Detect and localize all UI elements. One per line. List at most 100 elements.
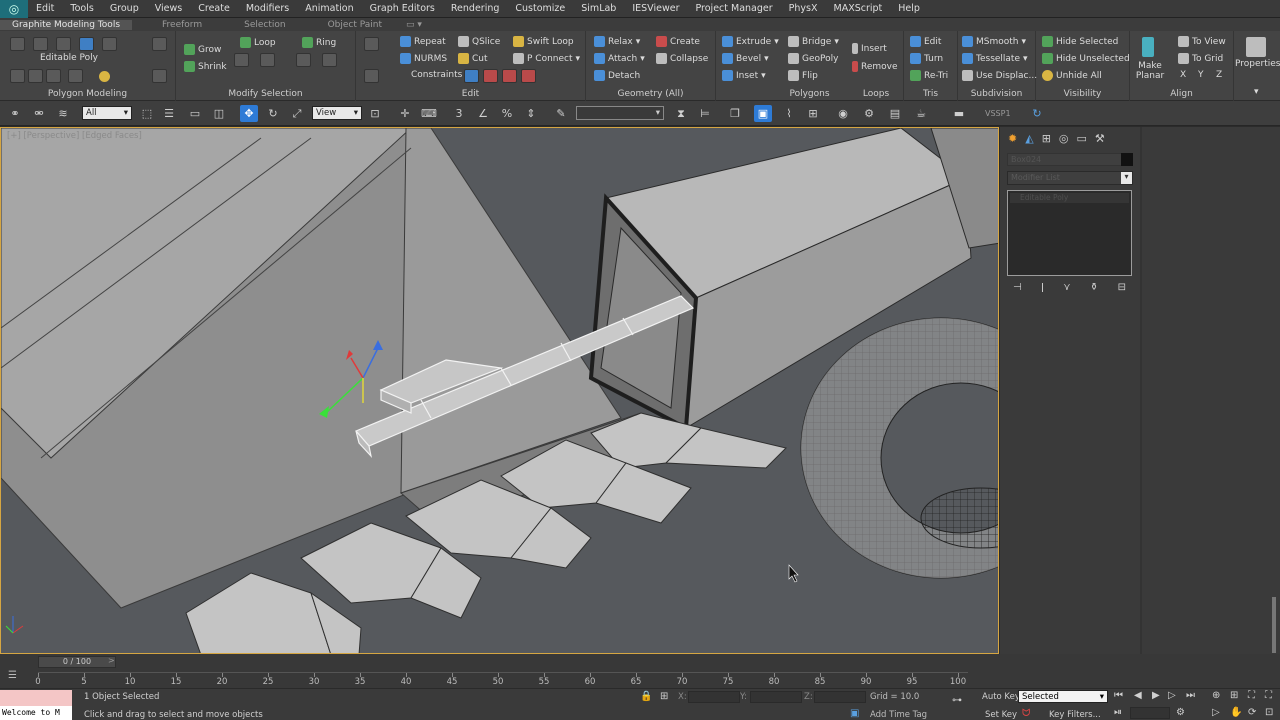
object-color-swatch[interactable] — [1121, 153, 1133, 166]
visibility-title[interactable]: Visibility — [1036, 89, 1129, 99]
border-mode-button[interactable] — [56, 37, 71, 51]
refresh-icon[interactable]: ↻ — [1028, 105, 1046, 122]
tab-object-paint[interactable]: Object Paint — [298, 20, 394, 30]
select-and-rotate-icon[interactable]: ↻ — [264, 105, 282, 122]
create-tab-icon[interactable]: ✹ — [1008, 132, 1017, 145]
go-to-end-icon[interactable]: ⏭ — [1186, 690, 1195, 701]
geometry-title[interactable]: Geometry (All) — [586, 89, 715, 99]
grow-button[interactable]: Grow — [184, 44, 221, 55]
utilities-tab-icon[interactable]: ⚒ — [1095, 132, 1105, 145]
extrude-button[interactable]: Extrude ▾ — [722, 36, 779, 47]
preserve-uvs-icon[interactable] — [364, 37, 379, 51]
maxscript-input[interactable]: Welcome to M — [0, 706, 72, 720]
modify-selection-title[interactable]: Modify Selection — [176, 89, 355, 99]
display-tab-icon[interactable]: ▭ — [1077, 132, 1087, 145]
menu-help[interactable]: Help — [890, 3, 928, 14]
polygon-modeling-title[interactable]: Polygon Modeling — [0, 89, 175, 99]
set-key-icon[interactable]: ᗢ — [1022, 708, 1030, 719]
ring-button[interactable]: Ring — [302, 37, 336, 48]
create-button[interactable]: Create — [656, 36, 700, 47]
configure-modifier-sets-icon[interactable]: ⊟ — [1118, 282, 1126, 298]
named-selection-sets-dropdown[interactable]: ▾ — [576, 106, 664, 120]
render-setup-icon[interactable]: ⚙ — [860, 105, 878, 122]
modifier-stack-item[interactable]: Editable Poly — [1010, 193, 1129, 203]
modify-mode-icon[interactable] — [152, 69, 167, 83]
collapse-button[interactable]: Collapse — [656, 53, 708, 64]
time-slider[interactable]: 0 / 100 — [38, 656, 116, 668]
align-z-button[interactable]: Z — [1216, 70, 1222, 80]
tessellate-button[interactable]: Tessellate ▾ — [962, 53, 1028, 64]
x-coordinate-field[interactable] — [688, 691, 740, 703]
mini-curve-editor-icon[interactable]: ☰ — [8, 670, 17, 681]
select-manipulate-icon[interactable]: ✛ — [396, 105, 414, 122]
key-mode-dropdown[interactable]: Selected ▾ — [1018, 690, 1108, 703]
detach-button[interactable]: Detach — [594, 70, 640, 81]
auto-key-button[interactable]: Auto Key — [982, 692, 1020, 702]
select-and-scale-icon[interactable]: ⤢ — [288, 105, 306, 122]
ring-shrink-icon[interactable] — [322, 53, 337, 67]
schematic-view-icon[interactable]: ⊞ — [804, 105, 822, 122]
menu-group[interactable]: Group — [102, 3, 147, 14]
panel-scrollbar[interactable] — [1272, 597, 1276, 653]
ribbon-options-icon[interactable]: ▭ ▾ — [394, 20, 434, 30]
relax-button[interactable]: Relax ▾ — [594, 36, 640, 47]
loop-shrink-icon[interactable] — [260, 53, 275, 67]
menu-animation[interactable]: Animation — [297, 3, 361, 14]
loop-button[interactable]: Loop — [240, 37, 276, 48]
orbit-icon[interactable]: ⟳ — [1248, 707, 1256, 718]
time-track[interactable]: 0 5 10 15 20 25 30 35 40 45 50 55 60 65 70 75 80 85 90 95 10… — [35, 672, 968, 687]
menu-customize[interactable]: Customize — [507, 3, 573, 14]
angle-snap-icon[interactable]: ∠ — [474, 105, 492, 122]
zoom-all-icon[interactable]: ⊞ — [1230, 690, 1238, 701]
menu-graph-editors[interactable]: Graph Editors — [362, 3, 443, 14]
hide-selected-button[interactable]: Hide Selected — [1042, 36, 1118, 47]
make-planar-label[interactable]: Make Planar — [1133, 61, 1167, 81]
remove-modifier-icon[interactable]: ⚱ — [1090, 282, 1098, 298]
previous-frame-icon[interactable]: ◀ — [1134, 690, 1142, 701]
edge-mode-button[interactable] — [33, 37, 48, 51]
use-displacement-icon[interactable] — [10, 69, 25, 83]
edit-named-selection-icon[interactable]: ✎ — [552, 105, 570, 122]
zoom-extents-all-icon[interactable]: ⛶ — [1265, 690, 1272, 701]
constraint-none-icon[interactable] — [464, 69, 479, 83]
menu-maxscript[interactable]: MAXScript — [826, 3, 891, 14]
zoom-icon[interactable]: ⊕ — [1212, 690, 1220, 701]
hierarchy-tab-icon[interactable]: ⊞ — [1042, 132, 1051, 145]
properties-icon[interactable] — [1246, 37, 1266, 57]
window-crossing-icon[interactable]: ◫ — [210, 105, 228, 122]
z-coordinate-field[interactable] — [814, 691, 866, 703]
next-frame-icon[interactable]: ▷ — [1168, 690, 1176, 701]
vray-frame-buffer-icon[interactable]: ▬ — [950, 105, 968, 122]
bind-space-warp-icon[interactable]: ≋ — [54, 105, 72, 122]
key-mode-toggle-icon[interactable]: ⏯ — [1114, 707, 1122, 718]
pan-icon[interactable]: ✋ — [1230, 707, 1242, 718]
layer-manager-icon[interactable]: ❐ — [726, 105, 744, 122]
edit-title[interactable]: Edit — [356, 89, 585, 99]
bevel-button[interactable]: Bevel ▾ — [722, 53, 769, 64]
link-icon[interactable]: ⚭ — [6, 105, 24, 122]
time-config-icon[interactable]: ⚙ — [1176, 707, 1185, 718]
menu-rendering[interactable]: Rendering — [443, 3, 508, 14]
retri-button[interactable]: Re-Tri — [910, 70, 948, 81]
rectangular-selection-icon[interactable]: ▭ — [186, 105, 204, 122]
go-to-start-icon[interactable]: ⏮ — [1114, 690, 1123, 701]
snaps-toggle-icon[interactable]: 3 — [450, 105, 468, 122]
time-slider-next-icon[interactable]: > — [108, 656, 115, 665]
maxscript-mini-listener[interactable]: Welcome to M — [0, 690, 72, 720]
unlink-icon[interactable]: ⚮ — [30, 105, 48, 122]
curve-editor-icon[interactable]: ⌇ — [780, 105, 798, 122]
ignore-backfacing-icon[interactable] — [99, 71, 110, 82]
keyboard-shortcut-icon[interactable]: ⌨ — [420, 105, 438, 122]
add-time-tag[interactable]: Add Time Tag — [870, 710, 927, 720]
align-icon[interactable]: ⊨ — [696, 105, 714, 122]
current-frame-field[interactable] — [1130, 707, 1170, 719]
time-tag-icon[interactable]: ▣ — [850, 708, 859, 719]
swift-loop-button[interactable]: Swift Loop — [513, 36, 574, 47]
render-production-icon[interactable]: ☕ — [912, 105, 930, 122]
mirror-icon[interactable]: ⧗ — [672, 105, 690, 122]
bridge-button[interactable]: Bridge ▾ — [788, 36, 839, 47]
modify-tab-icon[interactable]: ◭ — [1025, 132, 1033, 145]
preview-selection-icon[interactable] — [68, 69, 83, 83]
polygon-mode-button[interactable] — [79, 37, 94, 51]
hide-unselected-button[interactable]: Hide Unselected — [1042, 53, 1130, 64]
